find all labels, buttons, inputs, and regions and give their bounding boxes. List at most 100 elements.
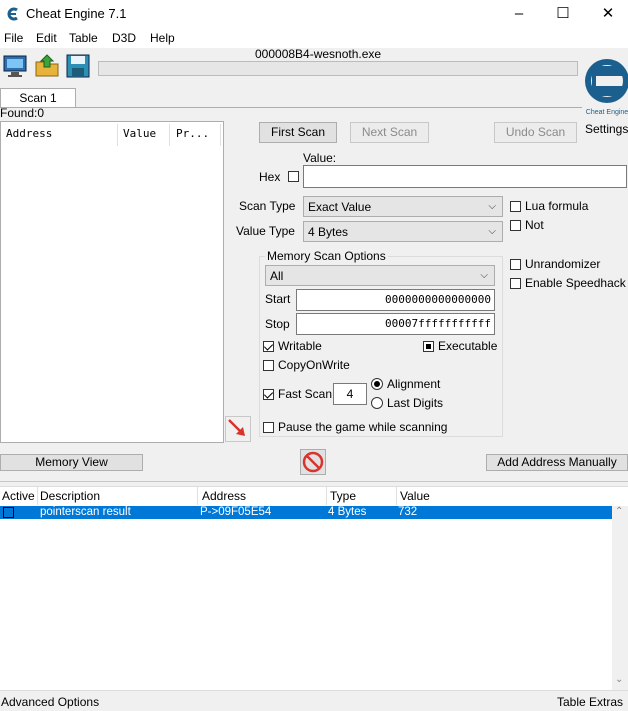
row-address: P->09F05E54 <box>200 506 272 518</box>
process-name: 000008B4-wesnoth.exe <box>255 47 382 61</box>
last-digits-radio[interactable] <box>371 397 383 409</box>
advanced-options-link[interactable]: Advanced Options <box>1 695 99 709</box>
vertical-scrollbar[interactable]: ⌃ ⌄ <box>612 506 628 691</box>
splitter[interactable] <box>0 481 628 485</box>
close-button[interactable]: ✕ <box>585 0 628 30</box>
column-header-description[interactable]: Description <box>40 489 100 503</box>
memory-region-select[interactable]: All ⌵ <box>265 265 495 286</box>
open-process-icon[interactable] <box>2 53 28 79</box>
column-separator <box>117 124 118 146</box>
cheat-engine-logo-icon[interactable]: Cheat Engine <box>582 48 628 118</box>
value-type-select[interactable]: 4 Bytes ⌵ <box>303 221 503 242</box>
found-count: Found:0 <box>0 106 45 120</box>
menu-d3d[interactable]: D3D <box>112 31 136 45</box>
start-label: Start <box>265 292 291 306</box>
value-input[interactable] <box>303 165 627 188</box>
not-checkbox[interactable] <box>510 220 521 231</box>
address-table[interactable]: Active Description Address Type Value po… <box>0 486 628 691</box>
indeterminate-mark <box>426 344 431 349</box>
chevron-down-icon: ⌵ <box>480 270 488 281</box>
undo-scan-button[interactable]: Undo Scan <box>494 122 577 143</box>
fast-scan-checkbox[interactable] <box>263 389 274 400</box>
no-entry-icon <box>302 451 324 473</box>
minimize-button[interactable]: – <box>496 0 542 30</box>
memory-region-value: All <box>270 269 284 283</box>
save-icon[interactable] <box>65 53 91 79</box>
tab-scan-1[interactable]: Scan 1 <box>0 88 76 108</box>
start-address-input[interactable]: 0000000000000000 <box>296 289 495 311</box>
row-description: pointerscan result <box>40 506 131 518</box>
row-type: 4 Bytes <box>328 506 367 518</box>
column-separator <box>169 124 170 146</box>
column-header-address[interactable]: Address <box>202 489 246 503</box>
scan-type-value: Exact Value <box>308 200 372 214</box>
stop-address-input[interactable]: 00007fffffffffff <box>296 313 495 335</box>
menu-file[interactable]: File <box>4 31 23 45</box>
column-separator <box>396 487 397 505</box>
scan-type-select[interactable]: Exact Value ⌵ <box>303 196 503 217</box>
scan-results-list[interactable]: Address Value Pr... <box>0 121 224 443</box>
settings-link[interactable]: Settings <box>585 122 628 136</box>
hex-label: Hex <box>259 170 281 184</box>
writable-checkbox[interactable] <box>263 341 274 352</box>
value-type-label: Value Type <box>236 224 295 238</box>
fast-scan-alignment-input[interactable]: 4 <box>333 383 367 405</box>
column-header-type[interactable]: Type <box>330 489 356 503</box>
maximize-button[interactable]: ☐ <box>540 0 586 30</box>
add-to-list-arrow-button[interactable] <box>225 416 251 442</box>
copy-on-write-checkbox[interactable] <box>263 360 274 371</box>
menu-edit[interactable]: Edit <box>36 31 57 45</box>
column-separator <box>220 124 221 146</box>
scan-type-label: Scan Type <box>239 199 296 213</box>
value-label: Value: <box>303 151 337 165</box>
last-digits-label: Last Digits <box>387 396 444 410</box>
column-header-address[interactable]: Address <box>6 127 52 140</box>
speedhack-label: Enable Speedhack <box>525 276 626 290</box>
chevron-down-icon: ⌵ <box>488 226 496 237</box>
active-checkbox[interactable] <box>3 507 14 518</box>
menu-help[interactable]: Help <box>150 31 175 45</box>
row-value: 732 <box>398 506 418 518</box>
unrandomizer-checkbox[interactable] <box>510 259 521 270</box>
open-folder-icon[interactable] <box>34 53 60 79</box>
executable-label: Executable <box>438 339 498 353</box>
svg-text:Cheat Engine: Cheat Engine <box>586 109 628 116</box>
column-separator <box>326 487 327 505</box>
menu-table[interactable]: Table <box>69 31 98 45</box>
writable-label: Writable <box>278 339 322 353</box>
lua-formula-checkbox[interactable] <box>510 201 521 212</box>
column-header-value[interactable]: Value <box>123 127 156 140</box>
scroll-down-icon[interactable]: ⌄ <box>615 674 623 685</box>
menu-bar: File Edit Table D3D Help <box>0 30 628 48</box>
alignment-label: Alignment <box>387 377 441 391</box>
not-label: Not <box>525 218 544 232</box>
hex-checkbox[interactable] <box>288 171 299 182</box>
scroll-up-icon[interactable]: ⌃ <box>615 506 623 517</box>
footer-bar: Advanced Options Table Extras <box>0 690 628 711</box>
add-address-manually-button[interactable]: Add Address Manually <box>486 454 628 471</box>
next-scan-button[interactable]: Next Scan <box>350 122 429 143</box>
unrandomizer-label: Unrandomizer <box>525 257 601 271</box>
pause-game-label: Pause the game while scanning <box>278 420 448 434</box>
stop-scan-button[interactable] <box>300 449 326 475</box>
red-arrow-icon <box>228 419 245 436</box>
chevron-down-icon: ⌵ <box>488 201 496 212</box>
pause-game-checkbox[interactable] <box>263 422 274 433</box>
memory-view-button[interactable]: Memory View <box>0 454 143 471</box>
app-logo-icon <box>6 7 20 21</box>
table-row[interactable]: pointerscan result P->09F05E54 4 Bytes 7… <box>0 506 612 519</box>
column-header-value[interactable]: Value <box>400 489 430 503</box>
alignment-radio[interactable] <box>371 378 383 390</box>
column-separator <box>197 487 198 505</box>
memory-scan-options-title: Memory Scan Options <box>265 249 388 263</box>
scan-progress-bar <box>98 61 578 76</box>
column-header-previous[interactable]: Pr... <box>176 127 209 140</box>
table-extras-link[interactable]: Table Extras <box>557 695 623 709</box>
column-header-active[interactable]: Active <box>2 489 35 503</box>
value-type-value: 4 Bytes <box>308 225 349 239</box>
column-separator <box>37 487 38 505</box>
speedhack-checkbox[interactable] <box>510 278 521 289</box>
executable-checkbox[interactable] <box>423 341 434 352</box>
window-title: Cheat Engine 7.1 <box>26 6 127 21</box>
first-scan-button[interactable]: First Scan <box>259 122 337 143</box>
